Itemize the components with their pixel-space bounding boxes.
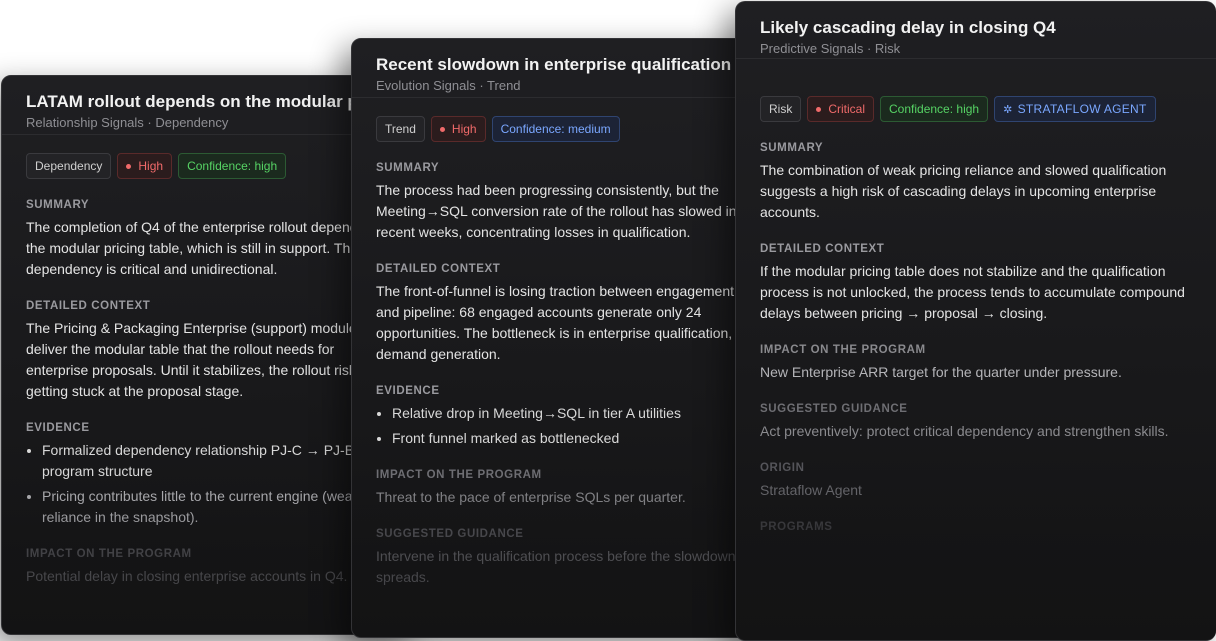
card-body: Trend High Confidence: medium SUMMARY Th… [352,98,780,588]
origin-label: ORIGIN [760,462,805,474]
badge-row: Dependency High Confidence: high [26,153,396,179]
guidance-text: Intervene in the qualification process b… [376,548,736,585]
severity-label: High [451,122,477,136]
red-dot-icon [816,106,822,112]
evidence-label: EVIDENCE [376,385,440,397]
context-text: The Pricing & Packaging Enterprise (supp… [26,320,391,399]
summary-text: The completion of Q4 of the enterprise r… [26,219,384,277]
evidence-item: Formalized dependency relationship PJ-C … [42,440,396,482]
badge-row: Trend High Confidence: medium [376,116,756,142]
type-badge: Trend [376,116,425,142]
card-subtitle: Predictive Signals · Risk [760,41,901,56]
impact-text: Threat to the pace of enterprise SQLs pe… [376,489,686,505]
agent-label: STRATAFLOW AGENT [1017,102,1147,116]
origin-text: Strataflow Agent [760,482,862,498]
red-dot-icon [126,163,132,169]
impact-label: IMPACT ON THE PROGRAM [760,344,926,356]
agent-badge: ✲ STRATAFLOW AGENT [994,96,1156,122]
red-dot-icon [439,126,445,132]
evidence-list: Formalized dependency relationship PJ-C … [26,440,396,528]
evidence-list: Relative drop in Meeting→SQL in tier A u… [376,403,756,449]
card-title: Recent slowdown in enterprise qualificat… [376,55,732,74]
card-title: Likely cascading delay in closing Q4 [760,18,1056,37]
impact-text: Potential delay in closing enterprise ac… [26,568,348,584]
programs-label: PROGRAMS [760,521,833,533]
type-badge: Dependency [26,153,112,179]
summary-label: SUMMARY [26,199,90,211]
card-header: Recent slowdown in enterprise qualificat… [352,39,780,98]
context-label: DETAILED CONTEXT [26,300,151,312]
summary-label: SUMMARY [760,142,824,154]
impact-label: IMPACT ON THE PROGRAM [376,469,542,481]
evidence-label: EVIDENCE [26,422,90,434]
badge-row: Risk Critical Confidence: high ✲ STRATAFL… [760,96,1192,122]
impact-label: IMPACT ON THE PROGRAM [26,548,192,560]
severity-badge: Critical [807,96,875,122]
card-subtitle: Evolution Signals · Trend [376,78,521,93]
card-body: Risk Critical Confidence: high ✲ STRATAFL… [736,59,1216,533]
guidance-label: SUGGESTED GUIDANCE [760,403,908,415]
evidence-item: Pricing contributes little to the curren… [42,486,396,528]
confidence-badge: Confidence: high [880,96,989,122]
context-text: If the modular pricing table does not st… [760,263,1185,321]
confidence-badge: Confidence: high [178,153,287,179]
evidence-item: Front funnel marked as bottlenecked [392,428,756,449]
confidence-badge: Confidence: medium [491,116,620,142]
signal-card-trend[interactable]: Recent slowdown in enterprise qualificat… [351,38,781,638]
context-label: DETAILED CONTEXT [376,263,501,275]
card-subtitle: Relationship Signals · Dependency [26,115,229,130]
severity-label: High [138,159,164,173]
summary-label: SUMMARY [376,162,440,174]
card-header: Likely cascading delay in closing Q4 Pre… [736,2,1216,59]
severity-badge: High [117,153,173,179]
context-label: DETAILED CONTEXT [760,243,885,255]
summary-text: The process had been progressing consist… [376,182,737,240]
severity-badge: High [430,116,486,142]
type-badge: Risk [760,96,802,122]
signal-card-risk[interactable]: Likely cascading delay in closing Q4 Pre… [735,1,1216,641]
summary-text: The combination of weak pricing reliance… [760,162,1167,220]
evidence-item: Relative drop in Meeting→SQL in tier A u… [392,403,756,424]
guidance-label: SUGGESTED GUIDANCE [376,528,524,540]
severity-label: Critical [828,102,866,116]
sparkle-icon: ✲ [1003,103,1013,116]
context-text: The front-of-funnel is losing traction b… [376,283,756,362]
card-title: LATAM rollout depends on the modular pri… [26,92,421,111]
impact-text: New Enterprise ARR target for the quarte… [760,364,1122,380]
guidance-text: Act preventively: protect critical depen… [760,423,1169,439]
